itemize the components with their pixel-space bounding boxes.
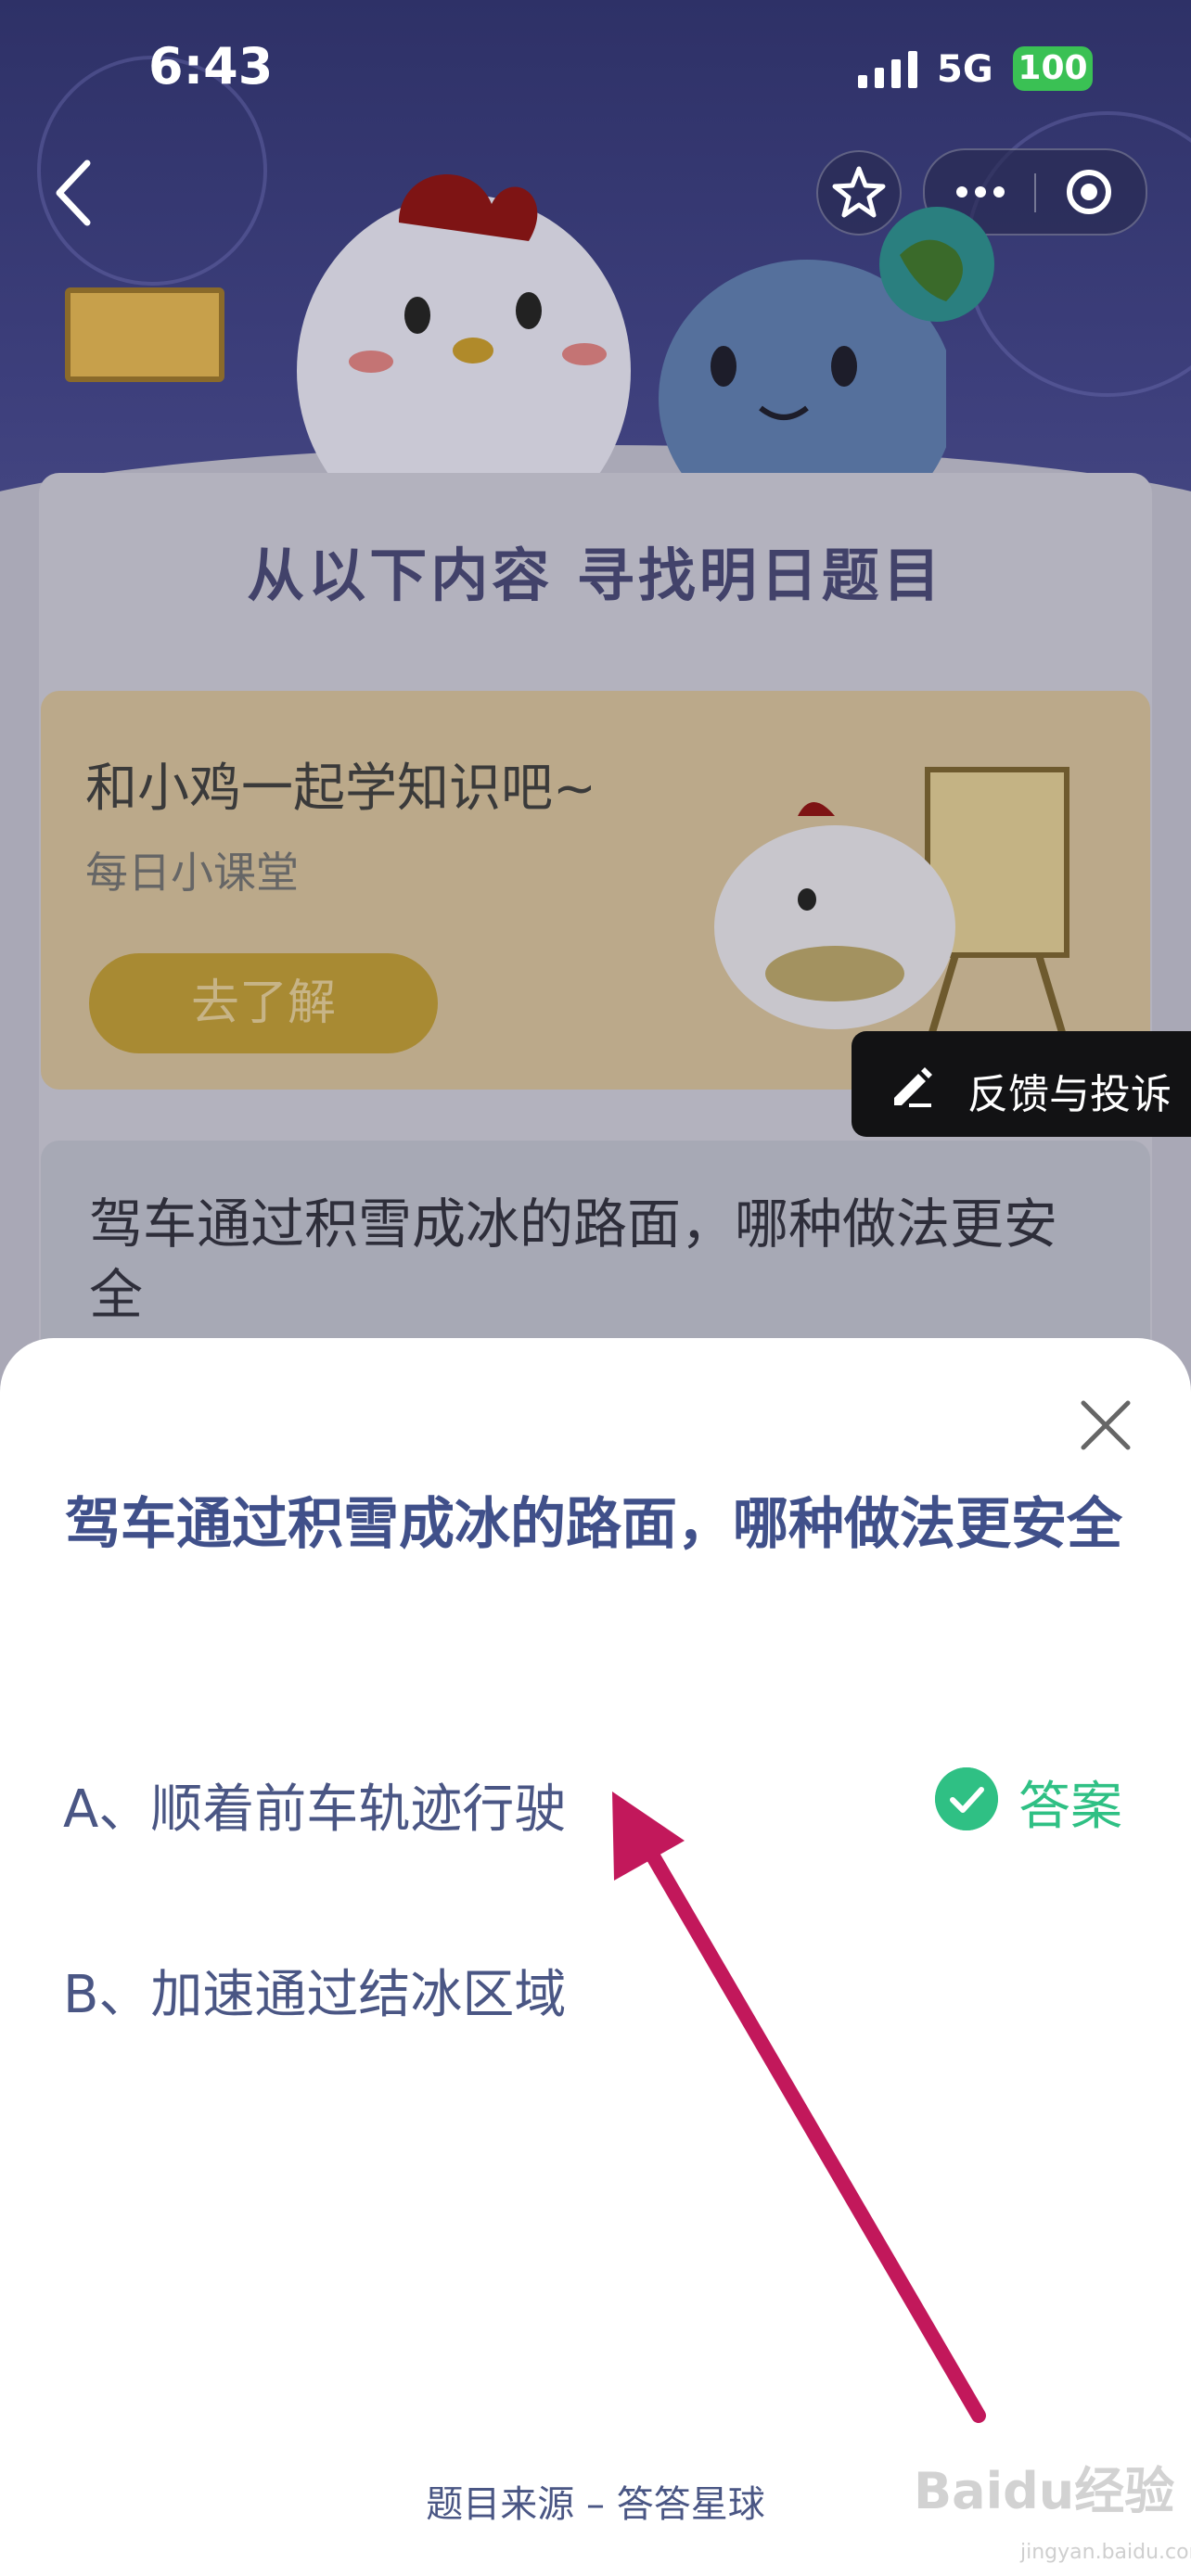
answer-badge: 答案 [1018,1777,1122,1837]
option-a[interactable]: A、顺着前车轨迹行驶 [63,1767,566,1843]
feedback-button[interactable]: 反馈与投诉 [852,1031,1191,1137]
globe-illustration [879,207,994,322]
chick-painting-illustration [714,767,1070,1050]
watermark-logo: Baidu经验 [914,2450,1174,2523]
signal-icon [858,51,917,88]
battery-indicator: 100 [1013,46,1093,91]
medal-board-illustration [65,287,224,382]
close-icon[interactable] [1076,1396,1135,1455]
learn-more-button[interactable]: 去了解 [89,953,438,1053]
lesson-card-title: 和小鸡一起学知识吧~ [85,759,596,819]
watermark-brand: Baidu经验 [914,2462,1175,2520]
feedback-label: 反馈与投诉 [967,1071,1172,1118]
question-title: 驾车通过积雪成冰的路面，哪种做法更安全 [65,1492,1122,1557]
battery-level: 100 [1018,49,1088,87]
panel-title: 从以下内容 寻找明日题目 [247,542,944,609]
watermark-url: jingyan.baidu.com [1020,2541,1191,2564]
option-b[interactable]: B、加速通过结冰区域 [63,1953,566,2028]
network-type: 5G [937,48,993,91]
question-card-title: 驾车通过积雪成冰的路面，哪种做法更安全 [89,1192,1058,1326]
chick-mascot-illustration [297,173,631,510]
lesson-card-subtitle: 每日小课堂 [85,848,299,898]
status-bar: 6:43 5G 100 [0,0,1191,139]
status-time: 6:43 [148,37,274,96]
back-chevron-icon[interactable] [46,156,102,230]
check-circle-icon [935,1767,998,1830]
close-target-icon[interactable] [1064,167,1114,217]
capsule-divider [1034,173,1036,212]
edit-pencil-icon [894,1067,932,1107]
